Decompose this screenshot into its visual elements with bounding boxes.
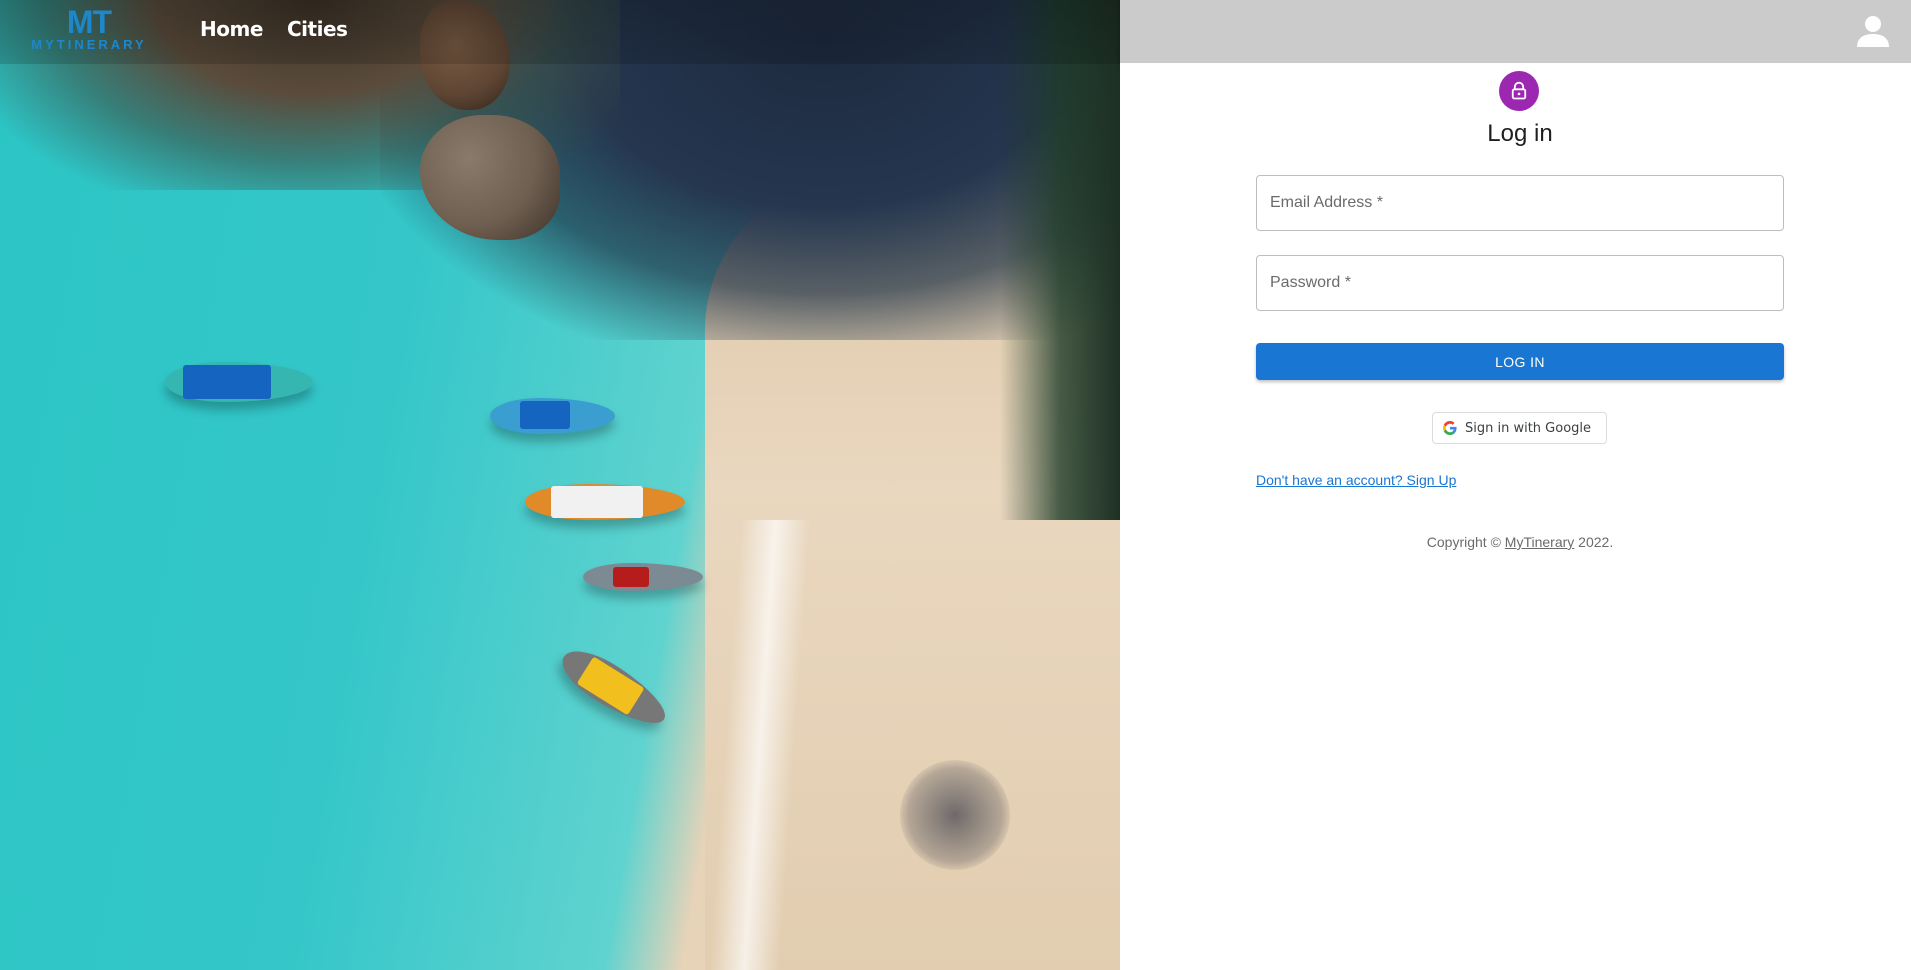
- boat-blue-small: [490, 398, 615, 434]
- copyright-prefix: Copyright ©: [1426, 534, 1505, 550]
- nav-link-cities[interactable]: Cities: [287, 17, 348, 41]
- top-bar: [1120, 0, 1911, 63]
- nav-overlay: [0, 0, 1120, 64]
- hero-beach-image: [0, 0, 1120, 970]
- google-signin-button[interactable]: Sign in with Google: [1432, 412, 1607, 444]
- hero-palm-shadow: [900, 760, 1010, 870]
- nav-link-home[interactable]: Home: [200, 17, 263, 41]
- login-title: Log in: [1487, 120, 1553, 147]
- boat-grey: [583, 563, 703, 591]
- password-input[interactable]: [1257, 256, 1783, 310]
- account-circle-icon[interactable]: [1855, 13, 1891, 49]
- copyright: Copyright © MyTinerary 2022.: [1120, 534, 1911, 550]
- boat-blue-large: [165, 362, 313, 402]
- google-icon: [1443, 421, 1457, 435]
- copyright-link[interactable]: MyTinerary: [1505, 534, 1575, 550]
- signup-link[interactable]: Don't have an account? Sign Up: [1256, 472, 1456, 488]
- password-field[interactable]: [1256, 255, 1784, 311]
- hero-trees: [1000, 0, 1120, 520]
- login-button[interactable]: LOG IN: [1256, 343, 1784, 380]
- copyright-suffix: 2022.: [1574, 534, 1614, 550]
- google-signin-label: Sign in with Google: [1465, 420, 1592, 436]
- lock-icon: [1499, 71, 1539, 111]
- brand-mark: MT: [66, 4, 112, 40]
- email-field[interactable]: [1256, 175, 1784, 231]
- email-input[interactable]: [1257, 176, 1783, 230]
- boat-white: [525, 484, 685, 520]
- brand-logo[interactable]: MT MYTINERARY: [24, 6, 154, 54]
- boat-yellow: [553, 639, 675, 737]
- brand-name: MYTINERARY: [31, 37, 147, 52]
